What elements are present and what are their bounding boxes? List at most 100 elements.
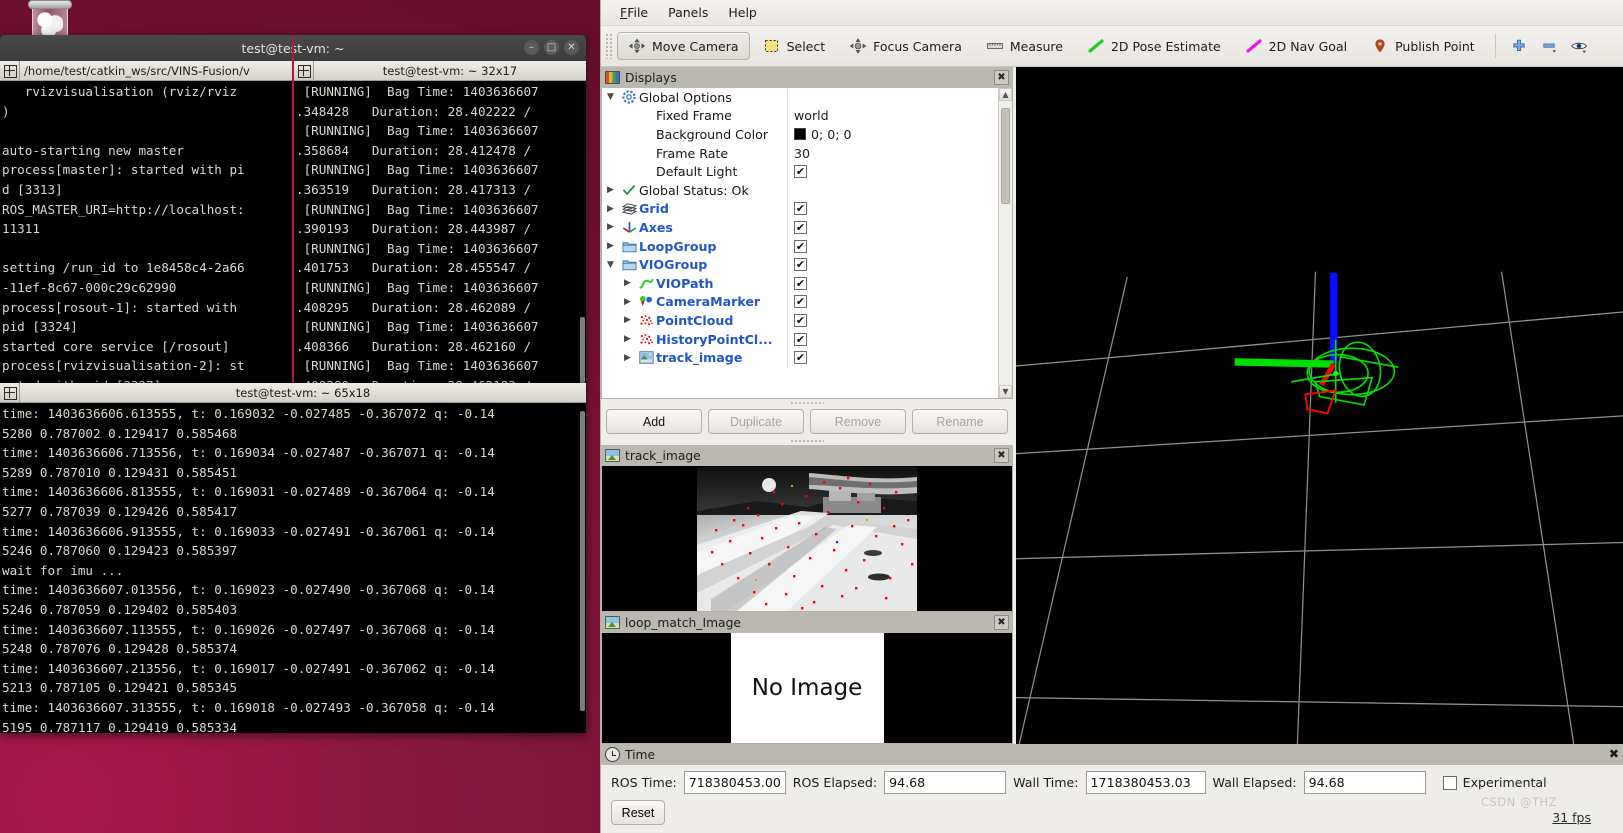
track-image-canvas[interactable] — [601, 466, 1013, 612]
display-enable-checkbox[interactable]: ✔ — [794, 276, 807, 290]
menu-file[interactable]: FFile — [611, 2, 657, 23]
tool-publish-point[interactable]: Publish Point — [1360, 32, 1486, 60]
display-enable-checkbox[interactable]: ✔ — [794, 313, 807, 327]
display-row-value-cell[interactable]: ✔ — [787, 273, 998, 293]
display-row-name-cell[interactable]: Default Light — [602, 164, 787, 179]
scrollbar-thumb[interactable] — [1001, 108, 1010, 204]
display-row-name-cell[interactable]: Frame Rate — [602, 146, 787, 161]
display-row-name-cell[interactable]: track_image — [602, 350, 787, 365]
close-icon[interactable]: ✖ — [994, 615, 1009, 630]
display-row-name-cell[interactable]: Global Options — [602, 90, 787, 105]
display-tree-row[interactable]: HistoryPointCl... ✔ — [602, 329, 998, 349]
toolbar-remove-tool-button[interactable] — [1534, 35, 1564, 57]
display-row-name-cell[interactable]: Fixed Frame — [602, 108, 787, 123]
tab-menu-icon-bottom[interactable] — [0, 383, 20, 402]
chevron-right-icon[interactable] — [602, 241, 619, 251]
display-row-value-cell[interactable] — [787, 88, 998, 107]
display-tree-row[interactable]: Frame Rate 30 — [602, 143, 998, 163]
display-row-name-cell[interactable]: HistoryPointCl... — [602, 332, 787, 347]
ros-time-field[interactable]: 718380453.00 — [683, 771, 786, 794]
display-enable-checkbox[interactable]: ✔ — [794, 165, 807, 179]
display-enable-checkbox[interactable]: ✔ — [794, 202, 807, 216]
display-row-name-cell[interactable]: Axes — [602, 220, 787, 235]
display-row-value-cell[interactable]: ✔ — [787, 255, 998, 274]
tool-select[interactable]: Select — [752, 32, 837, 60]
display-tree-row[interactable]: Global Options — [602, 88, 998, 107]
display-enable-checkbox[interactable]: ✔ — [794, 258, 807, 272]
3d-view[interactable]: ◀ — [1013, 67, 1623, 744]
display-tree-row[interactable]: PointCloud ✔ — [602, 311, 998, 330]
dock-splitter-1[interactable] — [601, 399, 1013, 407]
display-row-value-cell[interactable]: 0; 0; 0 — [787, 125, 998, 144]
experimental-checkbox[interactable] — [1442, 775, 1457, 790]
display-tree-row[interactable]: Grid ✔ — [602, 199, 998, 219]
display-row-name-cell[interactable]: Background Color — [602, 127, 787, 142]
displays-scrollbar[interactable]: ▲ ▼ — [998, 88, 1012, 398]
maximize-button[interactable]: □ — [544, 40, 559, 55]
terminal-tab-left[interactable]: /home/test/catkin_ws/src/VINS-Fusion/v — [20, 61, 292, 80]
display-row-value-cell[interactable]: ✔ — [787, 199, 998, 219]
display-row-value-cell[interactable]: ✔ — [787, 348, 998, 367]
display-tree-row[interactable]: VIOGroup ✔ — [602, 255, 998, 274]
chevron-right-icon[interactable] — [619, 297, 636, 307]
terminal-tab-bottom[interactable]: test@test-vm: ~ 65x18 — [20, 383, 586, 402]
wall-elapsed-field[interactable]: 94.68 — [1303, 771, 1426, 794]
chevron-right-icon[interactable] — [602, 204, 619, 214]
display-row-name-cell[interactable]: CameraMarker — [602, 294, 787, 309]
color-swatch[interactable] — [794, 128, 806, 141]
loop-match-canvas[interactable]: No Image — [601, 633, 1013, 744]
display-enable-checkbox[interactable]: ✔ — [794, 239, 807, 253]
display-row-name-cell[interactable]: Grid — [602, 201, 787, 216]
wall-time-field[interactable]: 1718380453.03 — [1085, 771, 1206, 794]
display-enable-checkbox[interactable]: ✔ — [794, 332, 807, 346]
display-enable-checkbox[interactable]: ✔ — [794, 295, 807, 309]
display-row-value-cell[interactable]: ✔ — [787, 311, 998, 330]
chevron-right-icon[interactable] — [619, 353, 636, 363]
chevron-right-icon[interactable] — [602, 185, 619, 195]
display-enable-checkbox[interactable]: ✔ — [794, 220, 807, 234]
experimental-checkbox-group[interactable]: Experimental — [1442, 775, 1547, 790]
toolbar-add-tool-button[interactable] — [1504, 35, 1534, 57]
dock-splitter-2[interactable] — [601, 437, 1013, 445]
close-icon[interactable]: ✖ — [994, 448, 1009, 463]
remove-button[interactable]: Remove — [810, 409, 906, 434]
display-row-value-cell[interactable]: 30 — [787, 143, 998, 163]
terminal-tabbar-left[interactable]: /home/test/catkin_ws/src/VINS-Fusion/v — [0, 61, 292, 81]
display-tree-row[interactable]: Fixed Frame world — [602, 106, 998, 126]
display-row-value-cell[interactable]: ✔ — [787, 329, 998, 349]
duplicate-button[interactable]: Duplicate — [708, 409, 804, 434]
display-tree-row[interactable]: track_image ✔ — [602, 348, 998, 367]
chevron-right-icon[interactable] — [602, 222, 619, 232]
display-row-name-cell[interactable]: Global Status: Ok — [602, 183, 787, 198]
close-button[interactable]: ✕ — [564, 40, 579, 55]
display-enable-checkbox[interactable]: ✔ — [794, 351, 807, 365]
chevron-down-icon[interactable] — [602, 92, 619, 102]
scroll-down-icon[interactable]: ▼ — [999, 385, 1012, 398]
display-row-name-cell[interactable]: LoopGroup — [602, 239, 787, 254]
reset-button[interactable]: Reset — [611, 800, 665, 825]
rename-button[interactable]: Rename — [912, 409, 1008, 434]
terminal-window-bottom[interactable]: test@test-vm: ~ 65x18 time: 1403636606.6… — [0, 383, 586, 733]
tool-focus-camera[interactable]: Focus Camera — [838, 32, 973, 60]
display-tree-row[interactable]: Default Light ✔ — [602, 162, 998, 181]
terminal-tabbar-bottom[interactable]: test@test-vm: ~ 65x18 — [0, 383, 586, 403]
display-row-name-cell[interactable]: VIOPath — [602, 276, 787, 291]
display-tree-row[interactable]: VIOPath ✔ — [602, 273, 998, 293]
terminal-tab-right[interactable]: test@test-vm: ~ 32x17 — [314, 61, 586, 80]
display-tree-row[interactable]: Axes ✔ — [602, 218, 998, 237]
display-row-value-cell[interactable]: ✔ — [787, 162, 998, 181]
chevron-right-icon[interactable] — [619, 278, 636, 288]
tab-menu-icon[interactable] — [0, 61, 20, 80]
display-row-name-cell[interactable]: VIOGroup — [602, 257, 787, 272]
display-row-value-cell[interactable]: ✔ — [787, 292, 998, 312]
displays-tree[interactable]: Global OptionsFixed FrameworldBackground… — [601, 88, 1013, 399]
display-tree-row[interactable]: CameraMarker ✔ — [602, 292, 998, 312]
minimize-button[interactable]: – — [524, 40, 539, 55]
display-row-value-cell[interactable]: ✔ — [787, 236, 998, 256]
add-button[interactable]: Add — [606, 409, 702, 434]
menu-panels[interactable]: Panels — [659, 2, 717, 23]
tab-menu-icon-right[interactable] — [294, 61, 314, 80]
display-tree-row[interactable]: Global Status: Ok — [602, 180, 998, 200]
display-row-value-cell[interactable]: world — [787, 106, 998, 126]
menu-help[interactable]: Help — [719, 2, 766, 23]
